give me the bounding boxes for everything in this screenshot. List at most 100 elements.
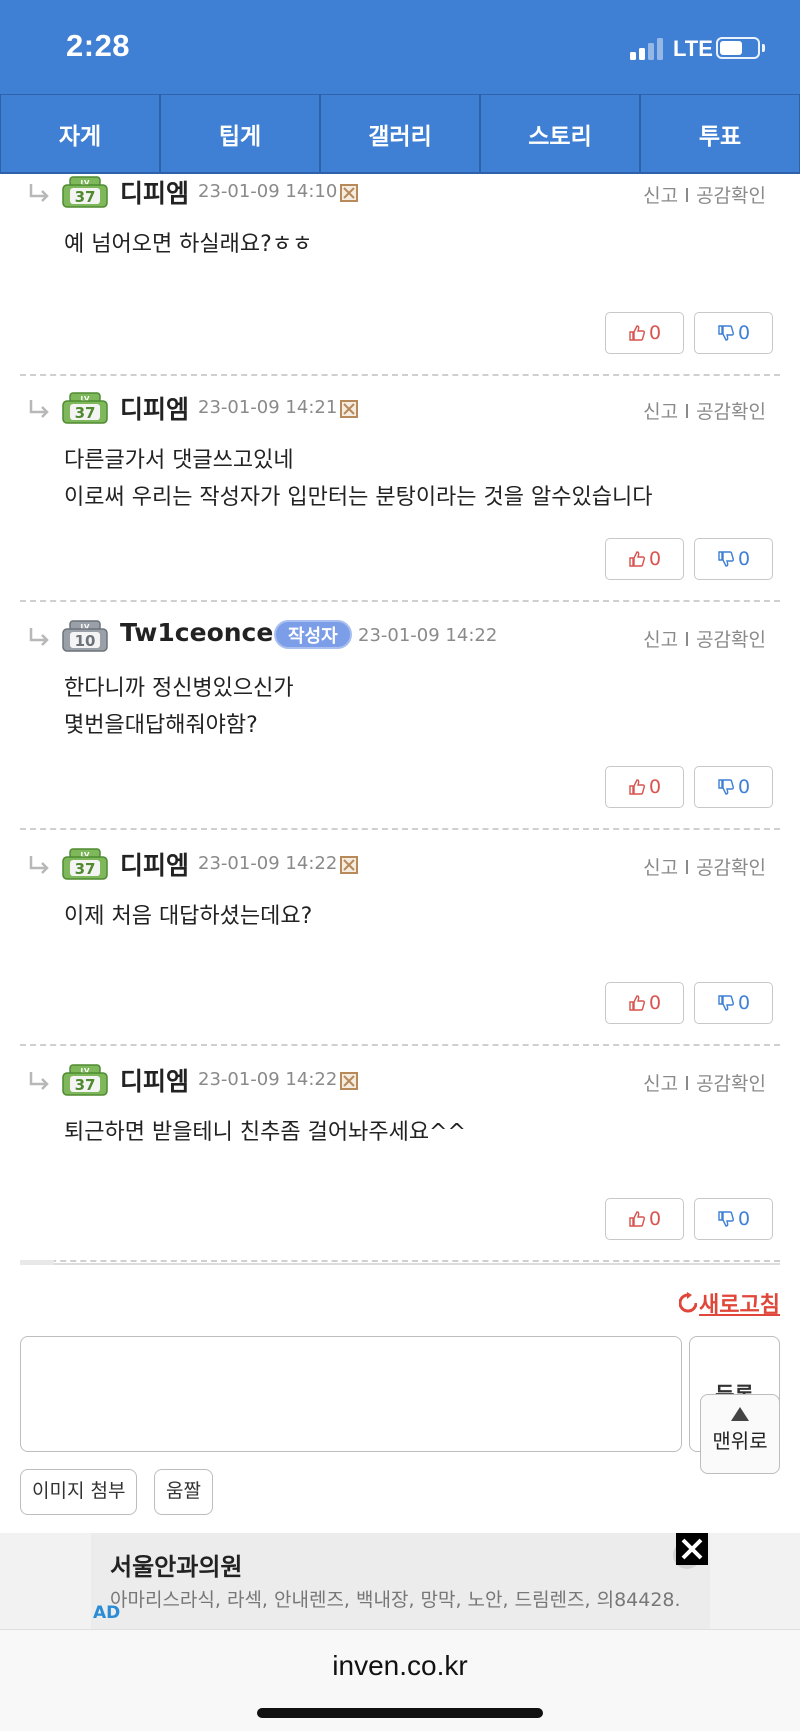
divider xyxy=(20,600,780,602)
refresh-icon xyxy=(679,1292,698,1313)
tab-free-board[interactable]: 자게 xyxy=(0,95,160,172)
upvote-count: 0 xyxy=(648,322,662,344)
upvote-button[interactable]: 0 xyxy=(605,766,684,808)
likes-link[interactable]: 공감확인 xyxy=(696,1073,766,1095)
comment-body: 이제 처음 대답하셨는데요? xyxy=(64,898,312,935)
upvote-count: 0 xyxy=(648,776,662,798)
comment-line: 한다니까 정신병있으신가 xyxy=(64,676,294,701)
downvote-button[interactable]: 0 xyxy=(694,538,773,580)
downvote-count: 0 xyxy=(737,1208,751,1230)
thumbs-down-icon xyxy=(718,779,734,795)
comment-author[interactable]: 디피엠 xyxy=(120,1062,189,1098)
downvote-button[interactable]: 0 xyxy=(694,312,773,354)
report-link[interactable]: 신고 xyxy=(643,857,678,879)
svg-text:37: 37 xyxy=(75,860,96,878)
comment-date: 23-01-09 14:22 xyxy=(198,1069,338,1090)
close-icon[interactable] xyxy=(676,1533,708,1565)
thumbs-up-icon xyxy=(629,995,645,1011)
reply-textarea[interactable] xyxy=(20,1336,682,1452)
upvote-count: 0 xyxy=(648,1208,662,1230)
report-link[interactable]: 신고 xyxy=(643,1073,678,1095)
memo-icon[interactable] xyxy=(340,184,358,202)
upvote-button[interactable]: 0 xyxy=(605,982,684,1024)
comment-author[interactable]: 디피엠 xyxy=(120,390,189,426)
refresh-label: 새로고침 xyxy=(699,1293,780,1318)
memo-icon[interactable] xyxy=(340,400,358,418)
comment-line: 퇴근하면 받을테니 친추좀 걸어놔주세요^^ xyxy=(64,1120,466,1145)
comment-body: 다른글가서 댓글쓰고있네이로써 우리는 작성자가 입만터는 분탕이라는 것을 알… xyxy=(64,442,652,516)
comment-line: 이로써 우리는 작성자가 입만터는 분탕이라는 것을 알수있습니다 xyxy=(64,485,653,510)
reply-arrow-icon xyxy=(28,854,50,876)
likes-link[interactable]: 공감확인 xyxy=(696,401,766,423)
comment-item: LV 37 디피엠 23-01-09 14:21 신고 공감확인 다른글가서 댓글쓰… xyxy=(20,390,780,602)
svg-text:37: 37 xyxy=(75,1076,96,1094)
ad-label: AD xyxy=(93,1603,121,1623)
comment-meta-links: 신고 공감확인 xyxy=(643,1069,766,1096)
comment-meta-links: 신고 공감확인 xyxy=(643,181,766,208)
downvote-count: 0 xyxy=(737,992,751,1014)
comment-author[interactable]: 디피엠 xyxy=(120,846,189,882)
report-link[interactable]: 신고 xyxy=(643,185,678,207)
browser-url-bar[interactable]: inven.co.kr xyxy=(0,1629,800,1731)
upvote-button[interactable]: 0 xyxy=(605,1198,684,1240)
comment-body: 한다니까 정신병있으신가 몇번을대답해줘야함? xyxy=(64,670,294,744)
comment-date: 23-01-09 14:22 xyxy=(198,853,338,874)
comment-author[interactable]: 디피엠 xyxy=(120,174,189,210)
board-tab-nav: 자게 팁게 갤러리 스토리 투표 xyxy=(0,94,800,174)
comment-meta-links: 신고 공감확인 xyxy=(643,853,766,880)
ad-banner[interactable]: 서울안과의원 아마리스라식, 라섹, 안내렌즈, 백내장, 망막, 노안, 드림… xyxy=(0,1533,800,1629)
downvote-button[interactable]: 0 xyxy=(694,982,773,1024)
likes-link[interactable]: 공감확인 xyxy=(696,629,766,651)
reply-arrow-icon xyxy=(28,182,50,204)
status-bar: 2:28 LTE xyxy=(0,0,800,94)
home-indicator[interactable] xyxy=(257,1708,543,1718)
memo-icon[interactable] xyxy=(340,856,358,874)
level-badge-icon: LV 37 xyxy=(62,1064,108,1096)
upvote-count: 0 xyxy=(648,548,662,570)
report-link[interactable]: 신고 xyxy=(643,401,678,423)
url-text: inven.co.kr xyxy=(332,1650,468,1681)
comment-author[interactable]: Tw1ceonce xyxy=(120,618,273,647)
downvote-button[interactable]: 0 xyxy=(694,1198,773,1240)
thumbs-down-icon xyxy=(718,1211,734,1227)
tab-vote[interactable]: 투표 xyxy=(640,95,800,172)
likes-link[interactable]: 공감확인 xyxy=(696,185,766,207)
tab-story[interactable]: 스토리 xyxy=(480,95,640,172)
scroll-to-top-label: 맨위로 xyxy=(712,1429,768,1453)
comment-date: 23-01-09 14:21 xyxy=(198,397,338,418)
thumbs-up-icon xyxy=(629,325,645,341)
comment-meta-links: 신고 공감확인 xyxy=(643,397,766,424)
emoticon-button[interactable]: 움짤 xyxy=(154,1469,213,1515)
downvote-count: 0 xyxy=(737,548,751,570)
tab-gallery[interactable]: 갤러리 xyxy=(320,95,480,172)
comment-item: LV 37 디피엠 23-01-09 14:22 신고 공감확인 이제 처음 대답하… xyxy=(20,846,780,1046)
refresh-link[interactable]: 새로고침 xyxy=(679,1287,780,1319)
comment-item: LV 37 디피엠 23-01-09 14:10 신고 공감확인 예 넘어오면 하실… xyxy=(20,174,780,376)
signal-icon xyxy=(630,38,666,60)
thumbs-up-icon xyxy=(629,779,645,795)
upvote-button[interactable]: 0 xyxy=(605,538,684,580)
likes-link[interactable]: 공감확인 xyxy=(696,857,766,879)
level-badge-icon: LV 10 xyxy=(62,620,108,652)
comment-line: 다른글가서 댓글쓰고있네 xyxy=(64,448,294,473)
report-link[interactable]: 신고 xyxy=(643,629,678,651)
thumbs-down-icon xyxy=(718,325,734,341)
arrow-up-icon xyxy=(731,1407,749,1421)
scroll-to-top-button[interactable]: 맨위로 xyxy=(700,1394,780,1474)
divider xyxy=(20,1044,780,1046)
ad-description: 아마리스라식, 라섹, 안내렌즈, 백내장, 망막, 노안, 드림렌즈, 의84… xyxy=(110,1589,681,1611)
reply-arrow-icon xyxy=(28,626,50,648)
downvote-button[interactable]: 0 xyxy=(694,766,773,808)
ad-content[interactable]: 서울안과의원 아마리스라식, 라섹, 안내렌즈, 백내장, 망막, 노안, 드림… xyxy=(91,1533,710,1629)
tab-tip-board[interactable]: 팁게 xyxy=(160,95,320,172)
thumbs-down-icon xyxy=(718,995,734,1011)
upvote-button[interactable]: 0 xyxy=(605,312,684,354)
level-badge-icon: LV 37 xyxy=(62,176,108,208)
comment-date: 23-01-09 14:22 xyxy=(358,625,498,646)
divider xyxy=(20,1260,780,1265)
memo-icon[interactable] xyxy=(340,1072,358,1090)
svg-text:10: 10 xyxy=(75,632,96,650)
level-badge-icon: LV 37 xyxy=(62,848,108,880)
attach-image-button[interactable]: 이미지 첨부 xyxy=(20,1469,138,1515)
reply-arrow-icon xyxy=(28,398,50,420)
